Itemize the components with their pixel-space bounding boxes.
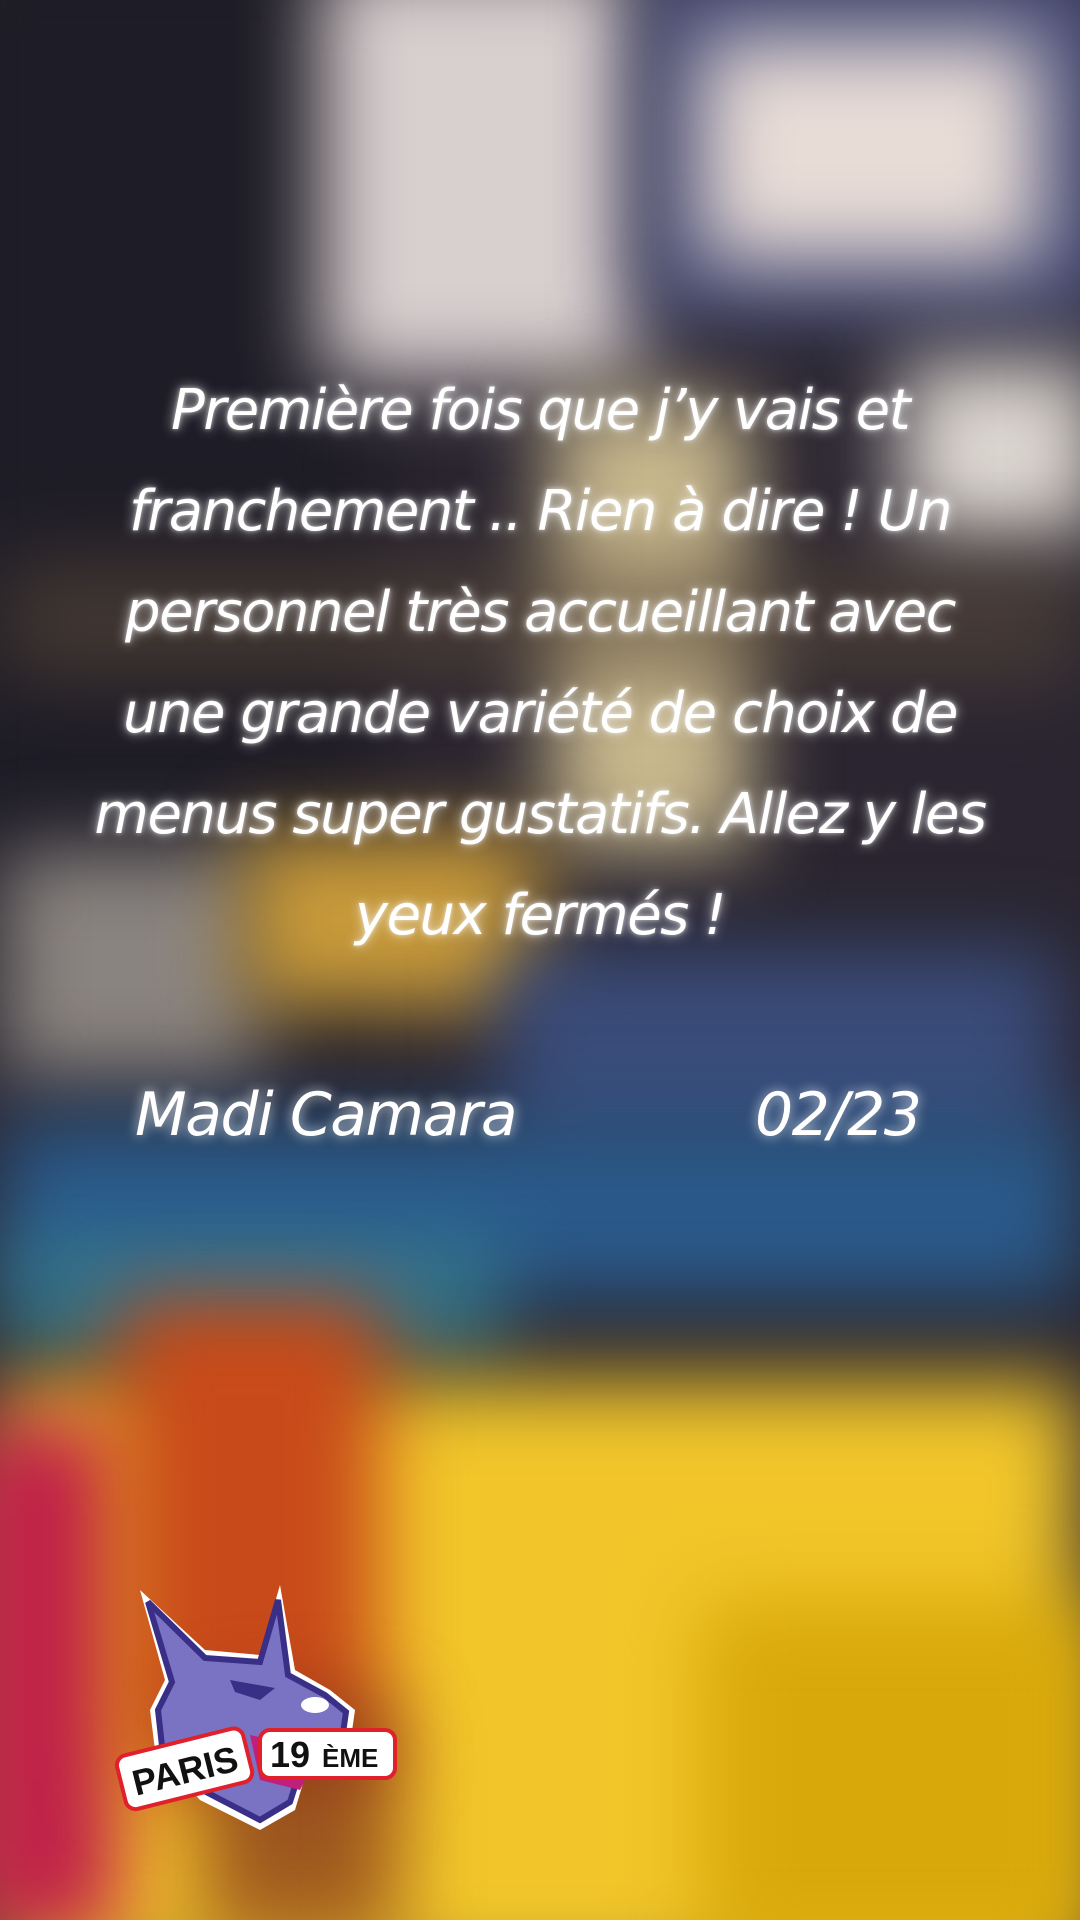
paris-19-wolf-logo: PARIS 19 ÈME [114, 1585, 397, 1830]
review-date: 02/23 [755, 1080, 922, 1150]
review-text: Première fois que j’y vais et franchemen… [94, 378, 987, 948]
review-author: Madi Camara [135, 1080, 518, 1150]
19eme-plate: 19 ÈME [258, 1728, 397, 1780]
svg-text:ÈME: ÈME [322, 1743, 378, 1773]
svg-text:19: 19 [270, 1734, 310, 1775]
